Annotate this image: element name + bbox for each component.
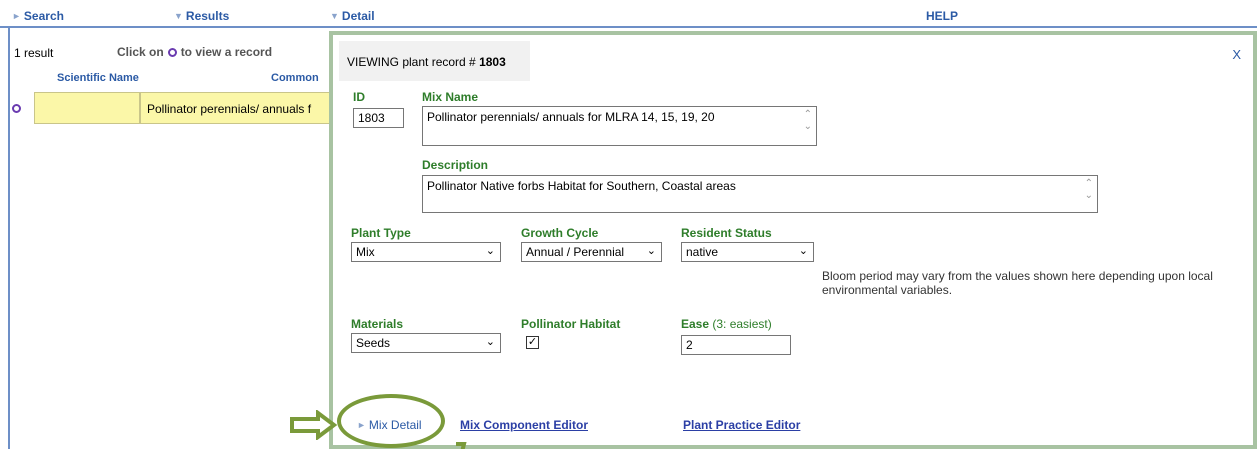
close-button[interactable]: X xyxy=(1232,47,1241,62)
search-tab[interactable]: ► Search xyxy=(12,9,64,23)
materials-value: Seeds xyxy=(356,336,391,350)
triangle-right-icon: ► xyxy=(12,11,21,21)
resident-status-select[interactable]: native ⌄ xyxy=(681,242,814,262)
panel-header: VIEWING plant record # 1803 xyxy=(339,41,530,81)
column-header-common-name[interactable]: Common xyxy=(271,72,319,84)
help-link[interactable]: HELP xyxy=(926,9,958,23)
plant-type-value: Mix xyxy=(356,245,375,259)
diagonal-arrow-icon xyxy=(456,442,467,449)
click-hint-suffix: to view a record xyxy=(180,45,273,59)
pollinator-habitat-label: Pollinator Habitat xyxy=(521,317,621,331)
click-hint: Click on to view a record xyxy=(117,45,272,59)
scroll-arrows-icon[interactable]: ⌃ ⌄ xyxy=(804,109,812,133)
triangle-down-icon: ▼ xyxy=(174,11,183,21)
materials-select[interactable]: Seeds ⌄ xyxy=(351,333,501,353)
top-nav-bar: ► Search ▼ Results ▼ Detail HELP xyxy=(0,0,1257,28)
mix-name-value: Pollinator perennials/ annuals for MLRA … xyxy=(427,110,715,124)
column-header-scientific-name[interactable]: Scientific Name xyxy=(57,72,139,84)
growth-cycle-label: Growth Cycle xyxy=(521,226,599,240)
mix-name-field[interactable]: Pollinator perennials/ annuals for MLRA … xyxy=(422,106,817,146)
plant-practice-editor-link[interactable]: Plant Practice Editor xyxy=(683,418,800,432)
resident-status-value: native xyxy=(686,245,719,259)
bloom-period-note: Bloom period may vary from the values sh… xyxy=(822,269,1213,297)
triangle-down-icon: ▼ xyxy=(330,11,339,21)
search-tab-label: Search xyxy=(23,9,64,23)
detail-tab[interactable]: ▼ Detail xyxy=(330,9,375,23)
ease-hint: (3: easiest) xyxy=(712,317,772,331)
record-number: 1803 xyxy=(479,55,506,69)
resident-status-label: Resident Status xyxy=(681,226,772,240)
description-field[interactable]: Pollinator Native forbs Habitat for Sout… xyxy=(422,175,1098,213)
result-count: 1 result xyxy=(14,46,54,60)
viewing-label: VIEWING plant record # xyxy=(347,55,476,69)
chevron-down-icon: ⌄ xyxy=(485,336,495,348)
click-hint-prefix: Click on xyxy=(117,45,164,59)
table-cell-scientific[interactable] xyxy=(34,92,140,124)
chevron-down-icon: ⌄ xyxy=(485,245,495,257)
chevron-down-icon: ⌄ xyxy=(646,245,656,257)
results-tab[interactable]: ▼ Results xyxy=(174,9,229,23)
growth-cycle-select[interactable]: Annual / Perennial ⌄ xyxy=(521,242,662,262)
highlight-oval xyxy=(337,394,445,448)
record-radio-button[interactable] xyxy=(12,104,21,113)
results-tab-label: Results xyxy=(185,9,230,23)
id-field[interactable] xyxy=(353,108,404,128)
left-border-2 xyxy=(9,28,10,449)
plant-type-label: Plant Type xyxy=(351,226,411,240)
scroll-arrows-icon[interactable]: ⌃ ⌄ xyxy=(1085,178,1093,202)
mix-component-editor-link[interactable]: Mix Component Editor xyxy=(460,418,588,432)
plant-type-select[interactable]: Mix ⌄ xyxy=(351,242,501,262)
growth-cycle-value: Annual / Perennial xyxy=(526,245,625,259)
materials-label: Materials xyxy=(351,317,404,331)
description-value: Pollinator Native forbs Habitat for Sout… xyxy=(427,179,736,193)
ease-field[interactable] xyxy=(681,335,791,355)
ease-label: Ease (3: easiest) xyxy=(681,317,772,331)
ease-label-text: Ease xyxy=(681,317,710,331)
radio-dot-icon xyxy=(167,47,177,57)
mix-name-label: Mix Name xyxy=(422,90,479,104)
description-label: Description xyxy=(422,158,489,172)
table-cell-common[interactable]: Pollinator perennials/ annuals f xyxy=(140,92,340,124)
detail-panel: VIEWING plant record # 1803 X ID Mix Nam… xyxy=(329,31,1257,449)
chevron-down-icon: ⌄ xyxy=(798,245,808,257)
detail-tab-label: Detail xyxy=(341,9,375,23)
id-label: ID xyxy=(353,90,365,104)
pointer-arrow-icon xyxy=(290,410,338,440)
pollinator-habitat-checkbox[interactable]: ✓ xyxy=(526,336,539,349)
